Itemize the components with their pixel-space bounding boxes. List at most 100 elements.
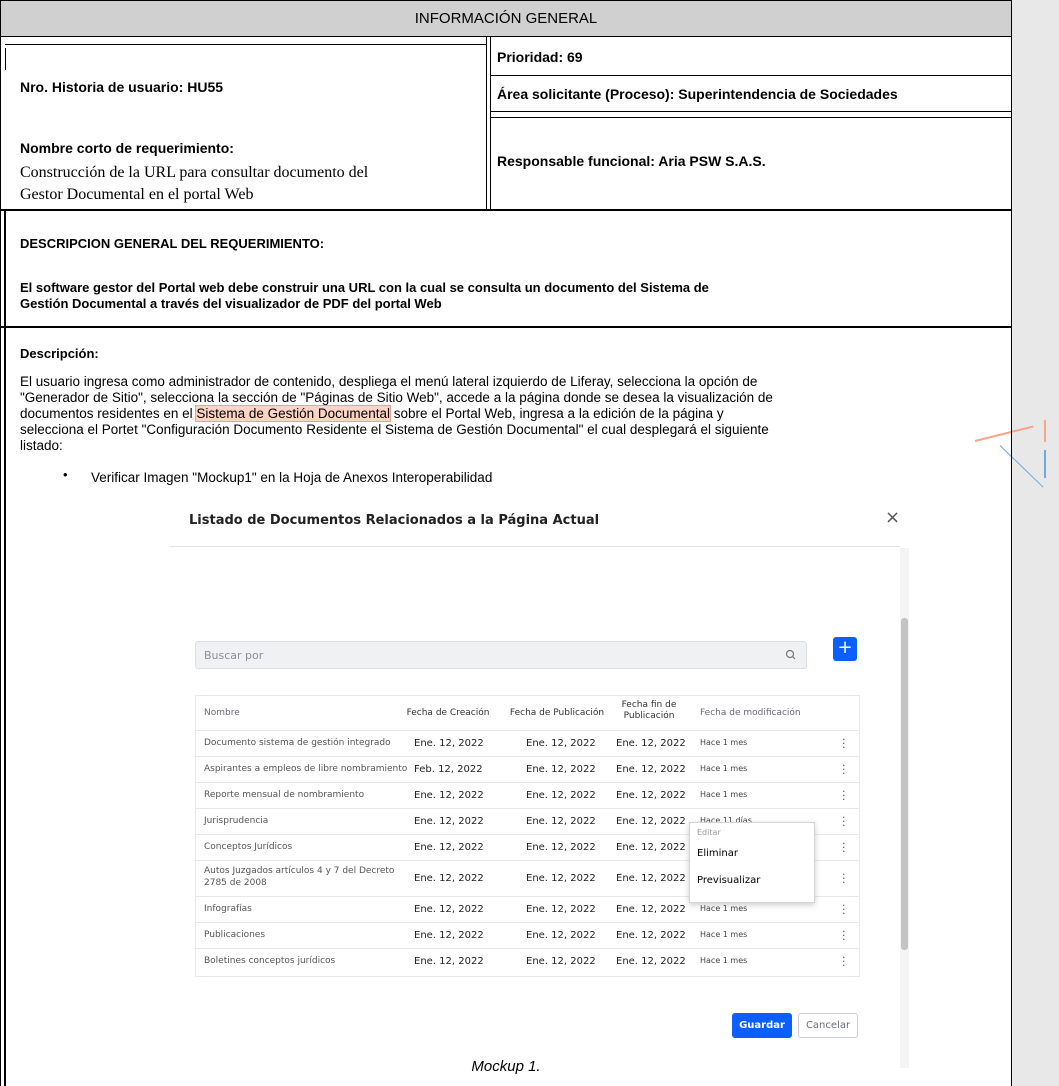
save-button[interactable]: Guardar <box>732 1013 792 1038</box>
table-row[interactable]: Documento sistema de gestión integrado En… <box>196 730 859 757</box>
document-name: Boletines conceptos jurídicos <box>204 956 336 966</box>
created-date: Ene. 12, 2022 <box>414 842 484 853</box>
requesting-area: Área solicitante (Proceso): Superintende… <box>497 86 898 102</box>
end-publication-date: Ene. 12, 2022 <box>616 956 686 967</box>
table-border <box>0 37 1 1086</box>
description-line: "Generador de Sitio", selecciona la secc… <box>20 390 773 405</box>
kebab-menu-icon[interactable]: · · · <box>842 869 846 888</box>
table-row[interactable]: Boletines conceptos jurídicos Ene. 12, 20… <box>196 948 859 975</box>
table-row[interactable]: Reporte mensual de nombramiento Ene. 12, … <box>196 782 859 809</box>
table-border <box>0 326 1011 328</box>
description-heading: Descripción: <box>20 346 99 361</box>
table-row[interactable]: Aspirantes a empleos de libre nombramien… <box>196 756 859 783</box>
table-border <box>486 37 487 209</box>
created-date: Feb. 12, 2022 <box>414 764 483 775</box>
created-date: Ene. 12, 2022 <box>414 738 484 749</box>
priority: Prioridad: 69 <box>497 49 583 65</box>
column-header: Fecha de Publicación <box>509 708 605 718</box>
end-publication-date: Ene. 12, 2022 <box>616 738 686 749</box>
table-border <box>0 209 1011 211</box>
bullet-item: Verificar Imagen "Mockup1" en la Hoja de… <box>91 470 493 485</box>
menu-item-delete[interactable]: Eliminar <box>697 848 738 859</box>
bullet-icon: • <box>63 467 68 482</box>
short-name-label: Nombre corto de requerimiento: <box>20 140 234 156</box>
general-description-heading: DESCRIPCION GENERAL DEL REQUERIMIENTO: <box>20 236 325 251</box>
table-border <box>490 117 1011 118</box>
kebab-menu-icon[interactable]: · · · <box>842 786 846 805</box>
divider <box>170 546 900 547</box>
published-date: Ene. 12, 2022 <box>526 956 596 967</box>
table-border <box>5 48 6 70</box>
description-line: selecciona el Portet "Configuración Docu… <box>20 422 769 437</box>
document-name: Aspirantes a empleos de libre nombramien… <box>204 764 408 774</box>
scrollbar-thumb[interactable] <box>901 618 908 950</box>
column-header: Fecha de modificación <box>700 708 801 718</box>
published-date: Ene. 12, 2022 <box>526 873 596 884</box>
table-border <box>1011 37 1012 1086</box>
document-name: Publicaciones <box>204 930 266 940</box>
modified-date: Hace 1 mes <box>700 790 748 799</box>
kebab-menu-icon[interactable]: · · · <box>842 812 846 831</box>
table-border <box>490 37 491 209</box>
created-date: Ene. 12, 2022 <box>414 930 484 941</box>
menu-item-edit[interactable]: Editar <box>697 828 721 837</box>
published-date: Ene. 12, 2022 <box>526 738 596 749</box>
document-name: 2785 de 2008 <box>204 878 267 888</box>
short-name-line: Construcción de la URL para consultar do… <box>20 164 369 181</box>
column-header: Nombre <box>204 708 240 718</box>
kebab-menu-icon[interactable]: · · · <box>842 838 846 857</box>
document-name: Conceptos Jurídicos <box>204 842 293 852</box>
table-border <box>490 75 1011 76</box>
description-line: documentos residentes en el Sistema de G… <box>20 405 724 422</box>
end-publication-date: Ene. 12, 2022 <box>616 930 686 941</box>
menu-item-preview[interactable]: Previsualizar <box>697 875 760 886</box>
published-date: Ene. 12, 2022 <box>526 790 596 801</box>
table-border <box>490 111 1011 112</box>
end-publication-date: Ene. 12, 2022 <box>616 816 686 827</box>
search-icon <box>785 649 796 660</box>
end-publication-date: Ene. 12, 2022 <box>616 873 686 884</box>
document-name: Autos Juzgados artículos 4 y 7 del Decre… <box>204 866 395 876</box>
published-date: Ene. 12, 2022 <box>526 904 596 915</box>
column-header: Fecha fin de Publicación <box>621 700 677 721</box>
modified-date: Hace 1 mes <box>700 738 748 747</box>
document-name: Jurisprudencia <box>204 816 269 826</box>
figure-caption: Mockup 1. <box>471 1058 541 1075</box>
published-date: Ene. 12, 2022 <box>526 842 596 853</box>
section-header: INFORMACIÓN GENERAL <box>0 0 1012 37</box>
modified-date: Hace 1 mes <box>700 930 748 939</box>
kebab-menu-icon[interactable]: · · · <box>842 952 846 971</box>
modified-date: Hace 1 mes <box>700 904 748 913</box>
general-description-text: Gestión Documental a través del visualiz… <box>20 296 442 311</box>
kebab-menu-icon[interactable]: · · · <box>842 760 846 779</box>
published-date: Ene. 12, 2022 <box>526 764 596 775</box>
short-name-line: Gestor Documental en el portal Web <box>20 186 254 203</box>
search-placeholder: Buscar por <box>204 649 264 662</box>
comment-margin <box>1012 0 1059 1086</box>
add-button[interactable]: + <box>833 637 857 661</box>
cancel-button[interactable]: Cancelar <box>798 1013 858 1038</box>
user-story-number: Nro. Historia de usuario: HU55 <box>20 79 224 95</box>
comment-connector <box>1044 450 1046 478</box>
general-description-text: El software gestor del Portal web debe c… <box>20 280 709 295</box>
description-line: El usuario ingresa como administrador de… <box>20 374 758 389</box>
end-publication-date: Ene. 12, 2022 <box>616 842 686 853</box>
kebab-menu-icon[interactable]: · · · <box>842 734 846 753</box>
published-date: Ene. 12, 2022 <box>526 816 596 827</box>
document-name: Reporte mensual de nombramiento <box>204 790 365 800</box>
modified-date: Hace 1 mes <box>700 956 748 965</box>
column-header: Fecha de Creación <box>406 708 490 718</box>
document-name: Documento sistema de gestión integrado <box>204 738 391 748</box>
document-page: INFORMACIÓN GENERAL Nro. Historia de usu… <box>0 0 1012 1086</box>
close-icon[interactable]: × <box>885 507 900 528</box>
search-input[interactable]: Buscar por <box>195 641 807 669</box>
row-actions-menu: Editar Eliminar Previsualizar <box>689 822 815 903</box>
description-line: listado: <box>20 438 63 453</box>
table-row[interactable]: Publicaciones Ene. 12, 2022 Ene. 12, 2022 E… <box>196 922 859 949</box>
end-publication-date: Ene. 12, 2022 <box>616 790 686 801</box>
published-date: Ene. 12, 2022 <box>526 930 596 941</box>
kebab-menu-icon[interactable]: · · · <box>842 900 846 919</box>
dialog-title: Listado de Documentos Relacionados a la … <box>189 513 600 528</box>
kebab-menu-icon[interactable]: · · · <box>842 926 846 945</box>
created-date: Ene. 12, 2022 <box>414 956 484 967</box>
